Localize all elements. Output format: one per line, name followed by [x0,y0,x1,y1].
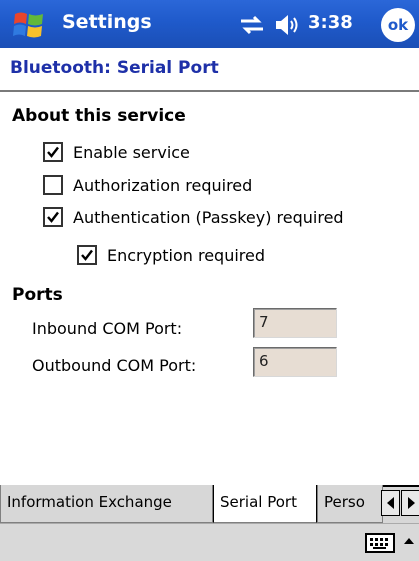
tab-information-exchange[interactable]: Information Exchange [0,485,213,523]
inbound-port-label: Inbound COM Port: [32,319,183,338]
page-title: Bluetooth: Serial Port [10,58,219,78]
outbound-port-field[interactable]: 6 [253,347,337,377]
tab-serial-port[interactable]: Serial Port [213,485,317,523]
clock-time[interactable]: 3:38 [308,12,353,33]
checkmark-icon [81,249,93,261]
tab-scroll-left-button[interactable] [381,490,400,516]
inbound-port-field[interactable]: 7 [253,308,337,338]
keyboard-icon[interactable] [365,532,395,554]
start-menu-windows-icon[interactable] [12,8,46,42]
encryption-label: Encryption required [107,245,266,265]
authorization-checkbox[interactable] [43,175,63,195]
authentication-label: Authentication (Passkey) required [73,207,344,227]
volume-icon[interactable] [274,13,302,37]
authentication-checkbox[interactable] [43,207,63,227]
encryption-checkbox[interactable] [77,245,97,265]
ok-button[interactable]: ok [381,8,415,42]
page-header: Bluetooth: Serial Port [0,48,419,92]
enable-service-option[interactable]: Enable service [43,139,190,165]
input-panel-arrow-icon[interactable] [402,534,416,548]
connectivity-icon[interactable] [238,14,266,36]
app-title: Settings [62,11,152,33]
checkmark-icon [47,146,59,158]
authorization-label: Authorization required [73,175,253,195]
menu-bar [0,523,419,561]
enable-service-checkbox[interactable] [43,142,63,162]
authentication-option[interactable]: Authentication (Passkey) required [43,204,344,230]
ports-heading: Ports [12,285,63,305]
authorization-option[interactable]: Authorization required [43,172,252,198]
tab-bar: Information Exchange Serial Port Perso [0,485,419,523]
title-bar: Settings 3:38 ok [0,0,419,48]
arrow-right-icon [407,497,415,509]
enable-service-label: Enable service [73,142,190,162]
tab-personal[interactable]: Perso [317,485,383,523]
encryption-option[interactable]: Encryption required [77,242,265,268]
checkmark-icon [47,211,59,223]
about-service-heading: About this service [12,106,186,126]
outbound-port-label: Outbound COM Port: [32,356,197,375]
arrow-left-icon [386,497,394,509]
tab-scroll-right-button[interactable] [401,490,419,516]
